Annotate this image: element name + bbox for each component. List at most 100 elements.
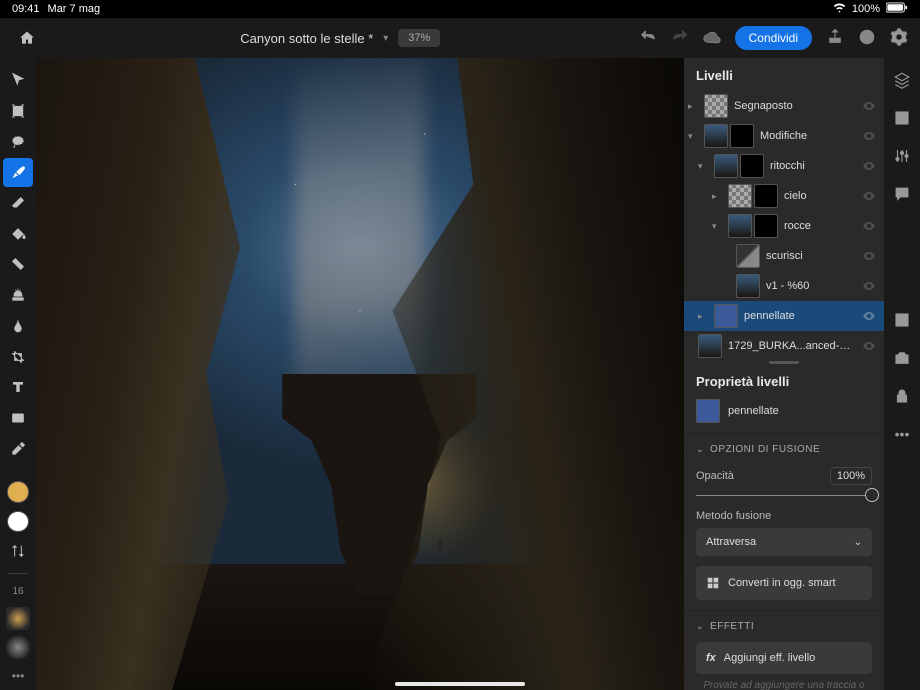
chevron-down-icon[interactable]: ▾	[688, 131, 698, 142]
layer-mask-thumb[interactable]	[730, 124, 754, 148]
comments-icon[interactable]	[892, 184, 912, 204]
add-effect-label: Aggiungi eff. livello	[724, 652, 816, 664]
blending-section-header[interactable]: ⌄ OPZIONI DI FUSIONE	[696, 444, 872, 455]
undo-button[interactable]	[639, 28, 657, 49]
brush-size-label[interactable]: 16	[0, 586, 36, 597]
home-indicator[interactable]	[395, 682, 525, 686]
camera-icon[interactable]	[892, 348, 912, 368]
redo-button[interactable]	[671, 28, 689, 49]
layer-thumb[interactable]	[736, 244, 760, 268]
properties-layer-thumb[interactable]	[696, 399, 720, 423]
add-layer-icon[interactable]	[892, 310, 912, 330]
layer-row[interactable]: ▸ cielo	[684, 181, 884, 211]
convert-smart-button[interactable]: Converti in ogg. smart	[696, 566, 872, 600]
layer-mask-thumb[interactable]	[754, 214, 778, 238]
export-icon[interactable]	[826, 28, 844, 49]
smudge-tool[interactable]	[3, 312, 33, 341]
layer-mask-thumb[interactable]	[740, 154, 764, 178]
more-icon[interactable]: •••	[892, 424, 912, 444]
left-toolbar: 16 •••	[0, 58, 36, 690]
text-tool[interactable]	[3, 373, 33, 402]
layer-thumb[interactable]	[728, 184, 752, 208]
foreground-color[interactable]	[7, 481, 29, 502]
status-date: Mar 7 mag	[48, 3, 101, 15]
chevron-right-icon[interactable]: ▸	[688, 101, 698, 112]
status-time: 09:41	[12, 3, 40, 15]
help-icon[interactable]	[858, 28, 876, 49]
document-title[interactable]: Canyon sotto le stelle *	[240, 31, 373, 46]
canvas[interactable]	[36, 58, 684, 690]
share-button[interactable]: Condividi	[735, 26, 812, 50]
opacity-label: Opacità	[696, 470, 734, 482]
effects-section-header[interactable]: ⌄ EFFETTI	[696, 621, 872, 632]
chevron-down-icon[interactable]: ▾	[698, 161, 708, 172]
blend-mode-dropdown[interactable]: Attraversa ⌄	[696, 528, 872, 556]
visibility-icon[interactable]	[862, 339, 876, 353]
brush-tool[interactable]	[3, 158, 33, 187]
visibility-icon[interactable]	[862, 309, 876, 323]
layer-thumb[interactable]	[704, 94, 728, 118]
effects-section-label: EFFETTI	[710, 621, 754, 632]
layer-row[interactable]: v1 - %60	[684, 271, 884, 301]
layer-mask-thumb[interactable]	[754, 184, 778, 208]
lock-icon[interactable]	[892, 386, 912, 406]
home-button[interactable]	[12, 23, 42, 53]
layers-icon[interactable]	[892, 70, 912, 90]
zoom-indicator[interactable]: 37%	[398, 29, 440, 47]
layer-row[interactable]: ▸ pennellate	[684, 301, 884, 331]
layer-thumb[interactable]	[728, 214, 752, 238]
status-bar: 09:41 Mar 7 mag 100%	[0, 0, 920, 18]
more-tools-icon[interactable]: •••	[3, 661, 33, 690]
eyedropper-tool[interactable]	[3, 434, 33, 463]
visibility-icon[interactable]	[862, 249, 876, 263]
layer-row[interactable]: 1729_BURKA...anced-NR33	[684, 331, 884, 361]
brush-preview-2[interactable]	[6, 636, 30, 659]
layer-name: cielo	[784, 190, 856, 202]
mask-icon[interactable]	[892, 108, 912, 128]
visibility-icon[interactable]	[862, 129, 876, 143]
opacity-slider[interactable]	[696, 495, 872, 496]
adjustments-icon[interactable]	[892, 146, 912, 166]
layer-row[interactable]: ▸ Segnaposto	[684, 91, 884, 121]
layer-thumb[interactable]	[736, 274, 760, 298]
chevron-right-icon[interactable]: ▸	[698, 311, 708, 322]
background-color[interactable]	[7, 511, 29, 532]
layer-thumb[interactable]	[698, 334, 722, 358]
add-effect-button[interactable]: fx Aggiungi eff. livello	[696, 642, 872, 674]
layer-row[interactable]: ▾ Modifiche	[684, 121, 884, 151]
properties-layer-name[interactable]: pennellate	[728, 405, 779, 417]
visibility-icon[interactable]	[862, 189, 876, 203]
eraser-tool[interactable]	[3, 189, 33, 218]
layer-name: Segnaposto	[734, 100, 856, 112]
visibility-icon[interactable]	[862, 99, 876, 113]
visibility-icon[interactable]	[862, 159, 876, 173]
chevron-down-icon[interactable]: ▾	[712, 221, 722, 232]
lasso-tool[interactable]	[3, 127, 33, 156]
cloud-icon[interactable]	[703, 28, 721, 49]
brush-preview-1[interactable]	[6, 607, 30, 630]
layer-thumb[interactable]	[714, 304, 738, 328]
transform-tool[interactable]	[3, 97, 33, 126]
layer-name: 1729_BURKA...anced-NR33	[728, 340, 856, 352]
swap-colors-icon[interactable]	[3, 537, 33, 566]
layer-row[interactable]: scurisci	[684, 241, 884, 271]
visibility-icon[interactable]	[862, 219, 876, 233]
move-tool[interactable]	[3, 66, 33, 95]
chevron-right-icon[interactable]: ▸	[712, 191, 722, 202]
crop-tool[interactable]	[3, 342, 33, 371]
heal-tool[interactable]	[3, 250, 33, 279]
layer-thumb[interactable]	[714, 154, 738, 178]
layer-name: v1 - %60	[766, 280, 856, 292]
fill-tool[interactable]	[3, 219, 33, 248]
opacity-value[interactable]: 100%	[830, 467, 872, 485]
slider-thumb[interactable]	[865, 488, 879, 502]
settings-icon[interactable]	[890, 28, 908, 49]
layer-thumb[interactable]	[704, 124, 728, 148]
blending-section-label: OPZIONI DI FUSIONE	[710, 444, 820, 455]
layer-row[interactable]: ▾ rocce	[684, 211, 884, 241]
title-chevron-icon[interactable]: ▾	[383, 33, 388, 44]
layer-row[interactable]: ▾ ritocchi	[684, 151, 884, 181]
place-tool[interactable]	[3, 404, 33, 433]
clone-tool[interactable]	[3, 281, 33, 310]
visibility-icon[interactable]	[862, 279, 876, 293]
